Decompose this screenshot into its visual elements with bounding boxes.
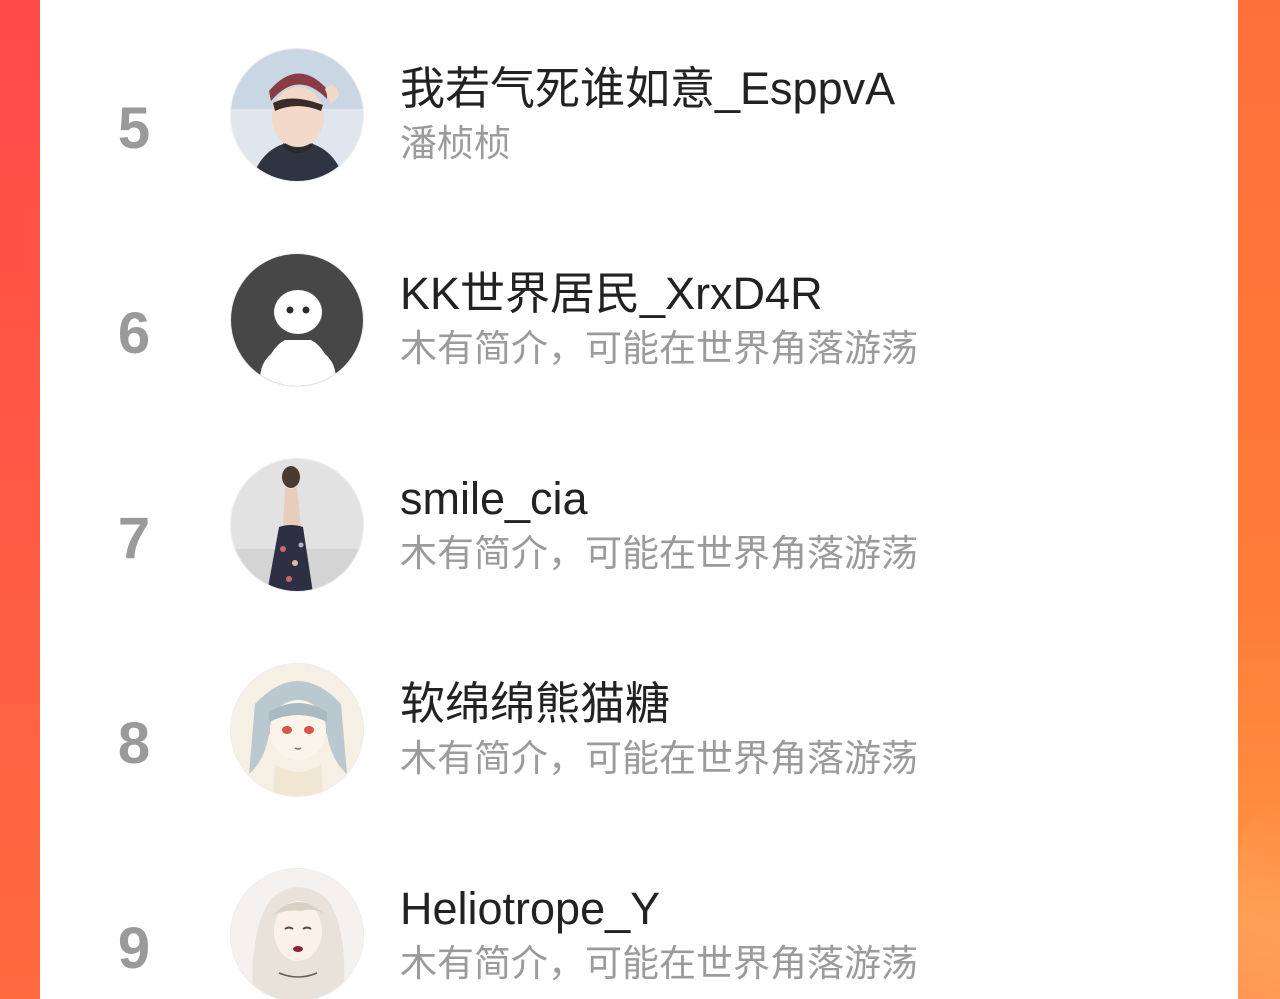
rank-number: 7 — [117, 506, 151, 571]
user-name[interactable]: 我若气死谁如意_EsppvA — [400, 64, 895, 114]
user-avatar[interactable] — [230, 458, 364, 592]
user-bio: 木有简介，可能在世界角落游荡 — [400, 738, 918, 779]
user-bio: 木有简介，可能在世界角落游荡 — [400, 943, 918, 984]
ranking-list-item[interactable]: 9 Heliotrope_Y 木有简介，可能在世界角落游荡 — [40, 820, 1238, 999]
avatar-illustrated-girl-icon — [231, 869, 363, 999]
user-bio: 木有简介，可能在世界角落游荡 — [400, 328, 918, 369]
user-avatar[interactable] — [230, 48, 364, 182]
left-background-strip — [0, 0, 40, 999]
rank-number: 5 — [117, 96, 151, 161]
user-name[interactable]: 软绵绵熊猫糖 — [400, 679, 670, 729]
user-bio: 潘桢桢 — [400, 123, 511, 164]
user-avatar[interactable] — [230, 253, 364, 387]
avatar-default-ghost-icon — [231, 254, 363, 386]
user-avatar[interactable] — [230, 663, 364, 797]
user-name[interactable]: Heliotrope_Y — [400, 884, 660, 934]
avatar-boy-hat-icon — [231, 49, 363, 181]
ranking-list-item[interactable]: 6 KK世界居民_XrxD4R 木有简介，可能在世界角落游荡 — [40, 205, 1238, 410]
rank-number: 9 — [117, 916, 151, 981]
right-background-strip — [1238, 0, 1280, 999]
user-avatar[interactable] — [230, 868, 364, 999]
ranking-list-item[interactable]: 8 软绵绵熊猫糖 木有简介，可能在世界角落游荡 — [40, 615, 1238, 820]
background-wave — [1238, 809, 1280, 999]
user-name[interactable]: smile_cia — [400, 474, 588, 524]
avatar-anime-girl-icon — [231, 664, 363, 796]
user-bio: 木有简介，可能在世界角落游荡 — [400, 533, 918, 574]
user-name[interactable]: KK世界居民_XrxD4R — [400, 269, 823, 319]
rank-number: 6 — [117, 301, 151, 366]
ranking-list-item[interactable]: 5 我若气死谁如意_EsppvA 潘桢桢 — [40, 0, 1238, 205]
ranking-list-card: 5 我若气死谁如意_EsppvA 潘桢桢 6 KK世界居民_XrxD4R 木有简… — [40, 0, 1238, 999]
rank-number: 8 — [117, 711, 151, 776]
avatar-girl-dress-icon — [231, 459, 363, 591]
ranking-list-item[interactable]: 7 smile_cia 木有简介，可能在世界角落游荡 — [40, 410, 1238, 615]
